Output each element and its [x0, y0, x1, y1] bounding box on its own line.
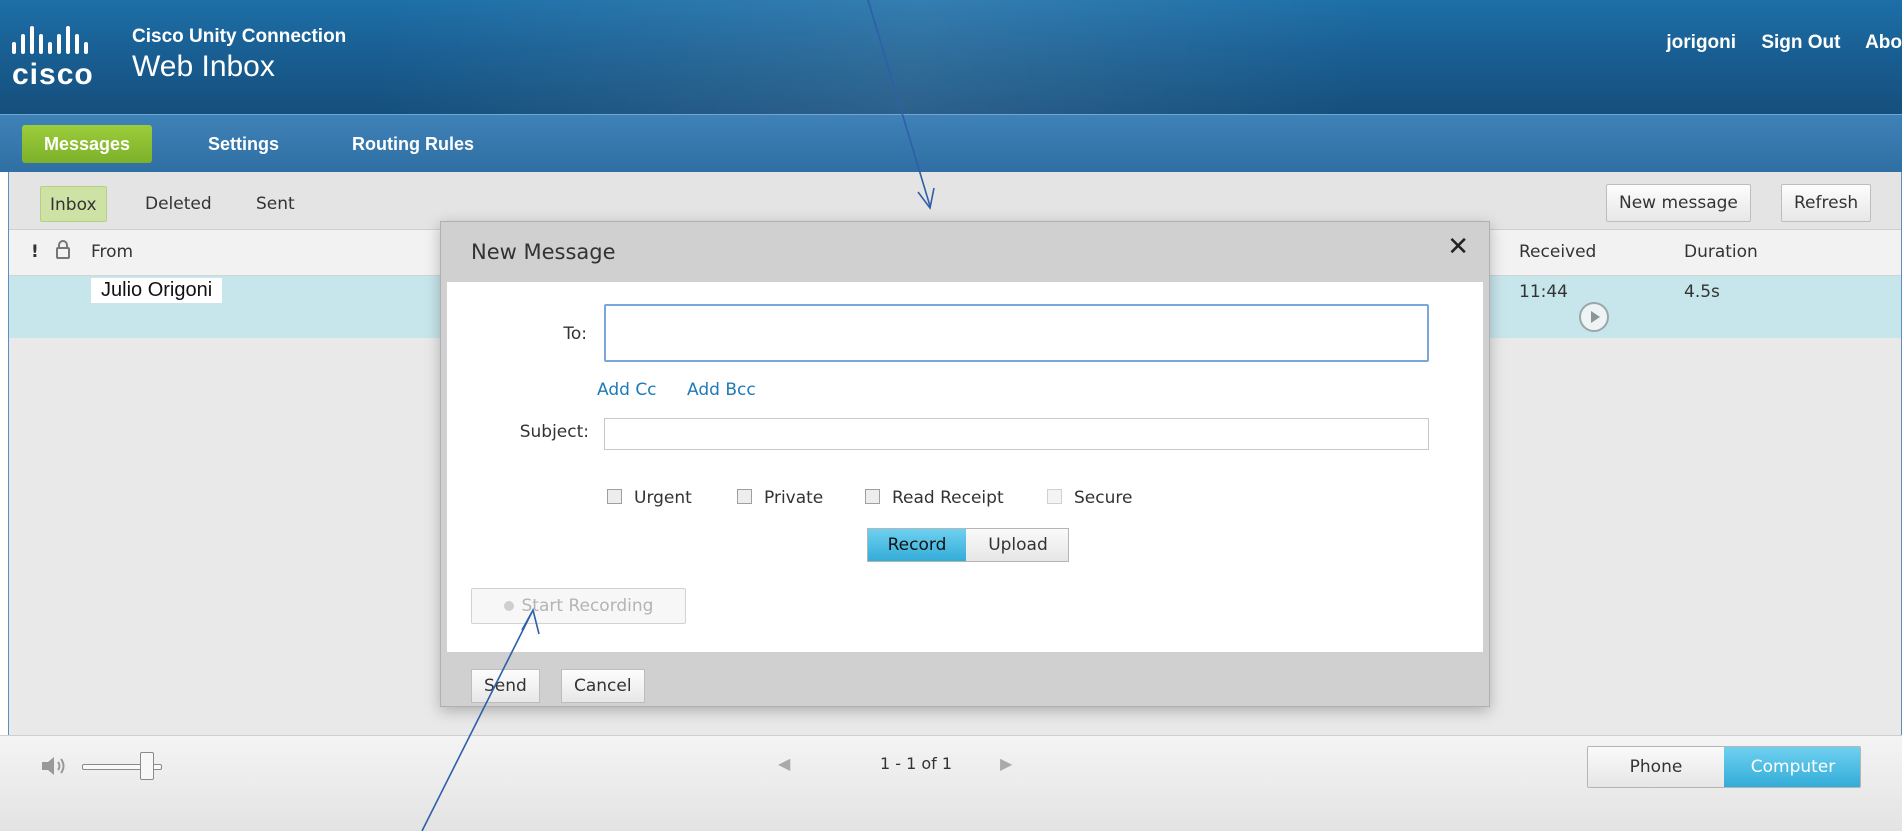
- to-field[interactable]: [604, 304, 1429, 362]
- new-message-button[interactable]: New message: [1606, 184, 1751, 222]
- dialog-title: New Message: [471, 240, 616, 264]
- urgent-column-icon[interactable]: !: [31, 242, 39, 262]
- logo-bar: [48, 42, 52, 54]
- previous-page-icon[interactable]: ◀: [778, 754, 790, 773]
- start-recording-button-label: Start Recording: [521, 596, 654, 616]
- box: [1047, 489, 1062, 504]
- cisco-logo: cisco: [6, 24, 116, 91]
- tab-settings[interactable]: Settings: [186, 125, 301, 163]
- logo-bar: [30, 26, 34, 54]
- logo-bar: [84, 42, 88, 54]
- lock-icon[interactable]: [55, 240, 71, 265]
- header-bar: cisco Cisco Unity Connection Web Inbox j…: [0, 0, 1902, 114]
- private-checkbox[interactable]: Private: [737, 488, 823, 508]
- dialog-body: To: Add Cc Add Bcc Subject: Urgent Priva…: [447, 282, 1483, 652]
- play-icon[interactable]: [1579, 302, 1609, 332]
- username-link[interactable]: jorigoni: [1666, 32, 1736, 53]
- web-inbox-app: cisco Cisco Unity Connection Web Inbox j…: [0, 0, 1902, 831]
- start-recording-button[interactable]: Start Recording: [471, 588, 686, 624]
- header-shine: [0, 0, 1902, 114]
- tab-routing-rules[interactable]: Routing Rules: [330, 125, 496, 163]
- speaker-icon[interactable]: [40, 754, 70, 778]
- refresh-button[interactable]: Refresh: [1781, 184, 1872, 222]
- playback-device-toggle: Phone Computer: [1587, 746, 1861, 788]
- secure-checkbox[interactable]: Secure: [1047, 488, 1132, 508]
- sign-out-link[interactable]: Sign Out: [1761, 32, 1840, 53]
- header-links: jorigoni Sign Out Abo: [1666, 32, 1902, 54]
- tab-messages[interactable]: Messages: [22, 125, 153, 163]
- phone-toggle-button[interactable]: Phone: [1588, 747, 1724, 787]
- pager: ◀ 1 - 1 of 1 ▶: [760, 754, 1020, 784]
- about-link[interactable]: Abo: [1865, 32, 1902, 53]
- folder-inbox[interactable]: Inbox: [40, 186, 107, 222]
- to-label: To:: [563, 324, 587, 344]
- secure-checkbox-label: Secure: [1074, 488, 1133, 508]
- message-received: 11:44: [1519, 282, 1568, 302]
- subject-field[interactable]: [604, 418, 1429, 450]
- record-dot-icon: [503, 601, 514, 611]
- record-tab[interactable]: Record: [868, 529, 966, 561]
- received-column-header[interactable]: Received: [1519, 242, 1596, 262]
- main-nav: Messages Settings Routing Rules: [0, 114, 1902, 172]
- logo-bar: [39, 34, 43, 54]
- private-checkbox-label: Private: [764, 488, 824, 508]
- read-receipt-checkbox-label: Read Receipt: [892, 488, 1004, 508]
- add-bcc-link[interactable]: Add Bcc: [687, 380, 756, 400]
- computer-toggle-button[interactable]: Computer: [1724, 747, 1860, 787]
- subject-label: Subject:: [519, 422, 589, 442]
- new-message-dialog: New Message ✕ To: Add Cc Add Bcc Subject…: [440, 221, 1490, 707]
- folder-deleted[interactable]: Deleted: [136, 186, 221, 222]
- logo-bar: [21, 34, 25, 54]
- logo-bar: [75, 34, 79, 54]
- logo-wordmark: cisco: [12, 58, 94, 91]
- product-name: Cisco Unity Connection: [132, 26, 347, 47]
- box: [737, 489, 752, 504]
- logo-bar: [66, 26, 70, 54]
- footer-bar: ◀ 1 - 1 of 1 ▶ Phone Computer: [0, 735, 1902, 831]
- duration-column-header[interactable]: Duration: [1684, 242, 1758, 262]
- volume-slider-handle[interactable]: [140, 752, 154, 780]
- next-page-icon[interactable]: ▶: [1000, 754, 1012, 773]
- folder-sent[interactable]: Sent: [247, 186, 304, 222]
- box: [607, 489, 622, 504]
- page-indicator: 1 - 1 of 1: [880, 754, 953, 773]
- urgent-checkbox-label: Urgent: [634, 488, 692, 508]
- box: [865, 489, 880, 504]
- message-from: Julio Origoni: [91, 278, 223, 303]
- record-upload-toggle: Record Upload: [867, 528, 1069, 562]
- add-cc-link[interactable]: Add Cc: [597, 380, 657, 400]
- logo-bar: [12, 42, 16, 54]
- app-title: Web Inbox: [132, 50, 275, 83]
- upload-tab[interactable]: Upload: [966, 529, 1068, 561]
- logo-bar: [57, 34, 61, 54]
- urgent-checkbox[interactable]: Urgent: [607, 488, 692, 508]
- svg: [56, 240, 70, 259]
- cancel-button[interactable]: Cancel: [561, 669, 645, 703]
- close-icon[interactable]: ✕: [1447, 232, 1469, 262]
- message-duration: 4.5s: [1684, 282, 1720, 302]
- from-column-header[interactable]: From: [91, 242, 133, 262]
- send-button[interactable]: Send: [471, 669, 540, 703]
- read-receipt-checkbox[interactable]: Read Receipt: [865, 488, 1004, 508]
